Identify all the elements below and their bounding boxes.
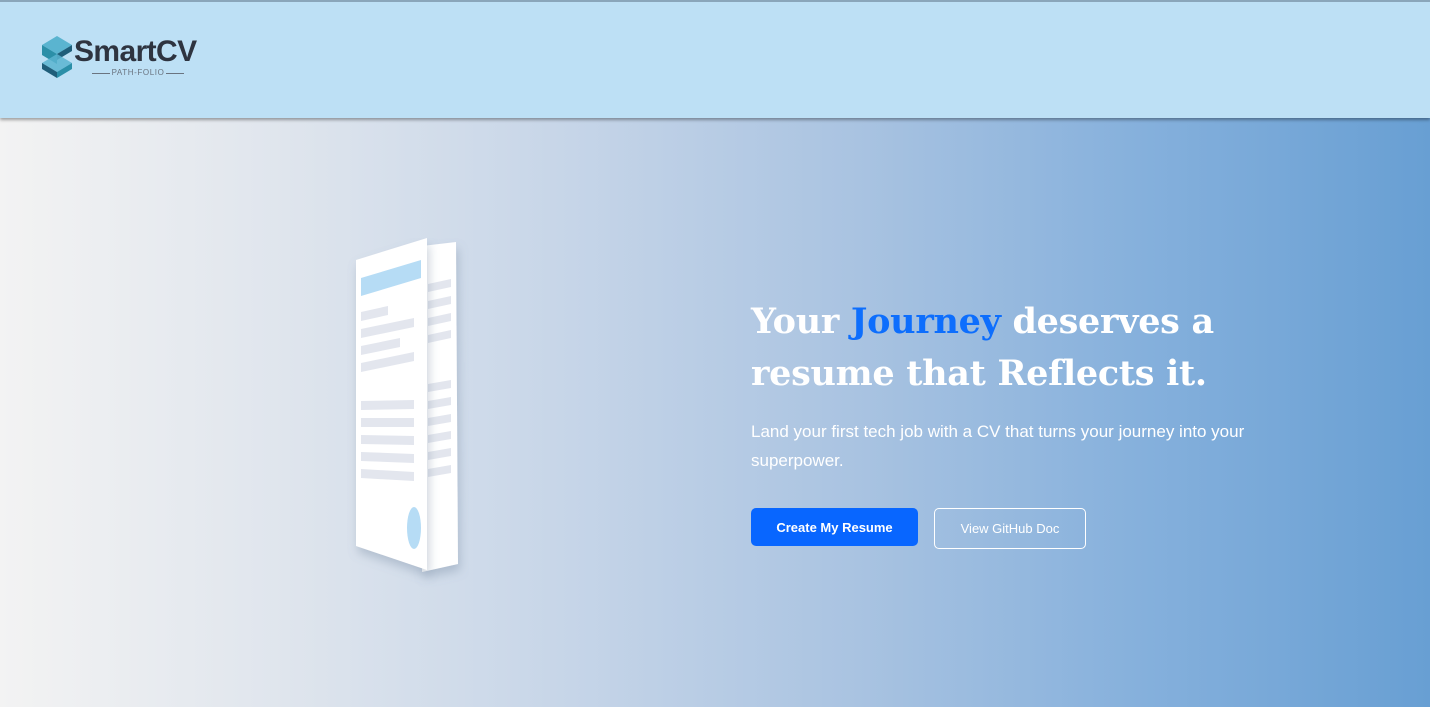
view-github-doc-button[interactable]: View GitHub Doc — [934, 508, 1086, 549]
front-resume-page — [356, 238, 427, 570]
logo-mark-icon — [42, 36, 72, 78]
hero-section: Your Journey deserves a resume that Refl… — [0, 118, 1430, 707]
hero-headline: Your Journey deserves a resume that Refl… — [751, 296, 1351, 400]
avatar-shape — [407, 507, 421, 549]
create-resume-button[interactable]: Create My Resume — [751, 508, 918, 546]
hero-subtext: Land your first tech job with a CV that … — [751, 422, 1245, 470]
brand-name: SmartCV — [74, 35, 197, 68]
smartcv-logo[interactable]: SmartCV PATH-FOLIO — [40, 34, 210, 82]
site-header: SmartCV PATH-FOLIO — [0, 0, 1430, 118]
back-resume-page — [422, 242, 458, 572]
headline-accent-word: Journey — [850, 301, 1001, 342]
tagline-divider-right — [166, 73, 184, 74]
headline-start: Your — [751, 301, 851, 342]
hero-buttons: Create My Resume View GitHub Doc — [751, 508, 1351, 549]
resume-documents-illustration — [356, 238, 458, 572]
hero-copy: Your Journey deserves a resume that Refl… — [751, 296, 1351, 549]
